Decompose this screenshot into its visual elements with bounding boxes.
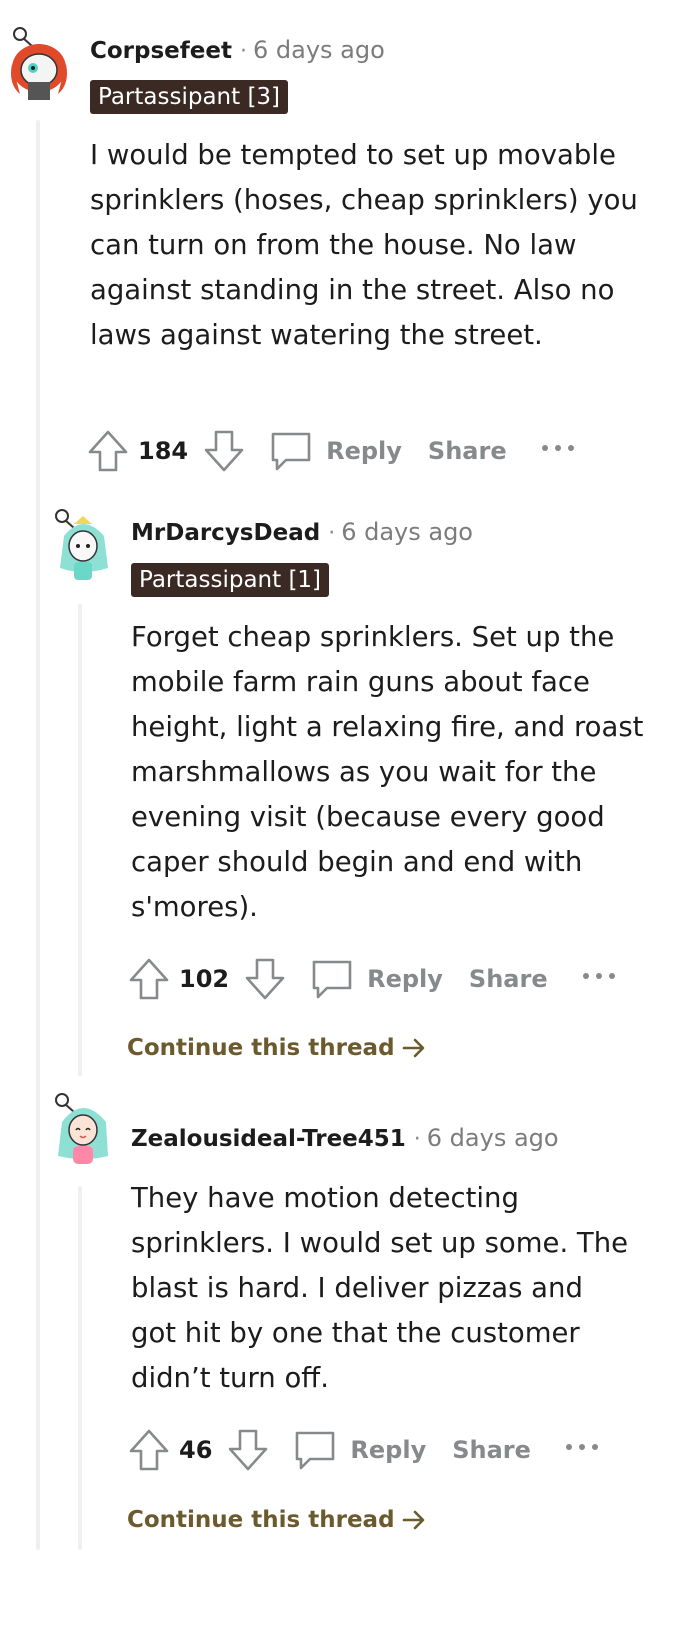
comment-actions: 184 Reply Share xyxy=(86,426,581,476)
comment-actions: 46 Reply Share xyxy=(127,1425,605,1475)
reply-button[interactable]: Reply xyxy=(309,956,443,1002)
thread-line-root[interactable] xyxy=(36,120,40,1550)
comment-header: MrDarcysDead · 6 days ago xyxy=(131,518,473,546)
comment-body: Forget cheap sprinklers. Set up the mobi… xyxy=(131,621,644,923)
upvote-icon[interactable] xyxy=(127,956,171,1002)
user-flair: Partassipant [1] xyxy=(131,563,330,597)
arrow-right-icon xyxy=(401,1507,427,1533)
user-flair: Partassipant [3] xyxy=(90,80,289,114)
comment-header: Corpsefeet · 6 days ago xyxy=(90,36,385,64)
separator-dot: · xyxy=(328,521,336,546)
share-button[interactable]: Share xyxy=(428,437,507,465)
avatar[interactable] xyxy=(50,1090,116,1168)
vote-count: 46 xyxy=(179,1436,213,1464)
timestamp[interactable]: 6 days ago xyxy=(427,1124,559,1152)
reply-button[interactable]: Reply xyxy=(292,1427,426,1473)
more-icon[interactable] xyxy=(578,956,622,1002)
comment-body: I would be tempted to set up movable spr… xyxy=(90,139,638,351)
arrow-right-icon xyxy=(401,1035,427,1061)
comment-actions: 102 Reply Share xyxy=(127,954,622,1004)
timestamp[interactable]: 6 days ago xyxy=(341,518,473,546)
separator-dot: · xyxy=(413,1127,421,1152)
upvote-icon[interactable] xyxy=(86,428,130,474)
thread-line-reply[interactable] xyxy=(78,604,82,1076)
comment-icon xyxy=(292,1427,338,1473)
vote-count: 102 xyxy=(179,965,230,993)
more-icon[interactable] xyxy=(537,428,581,474)
continue-thread-label: Continue this thread xyxy=(127,1507,395,1533)
avatar[interactable] xyxy=(50,506,116,584)
avatar-image xyxy=(11,27,67,100)
comment-body: They have motion detecting sprinklers. I… xyxy=(131,1182,629,1394)
username[interactable]: MrDarcysDead xyxy=(131,520,320,546)
username[interactable]: Corpsefeet xyxy=(90,38,232,64)
avatar-image xyxy=(55,509,108,580)
upvote-icon[interactable] xyxy=(127,1427,171,1473)
continue-thread-link[interactable]: Continue this thread xyxy=(127,1035,427,1061)
downvote-icon[interactable] xyxy=(202,428,246,474)
comment-header: Zealousideal-Tree451 · 6 days ago xyxy=(131,1124,559,1152)
separator-dot: · xyxy=(239,39,247,64)
reply-button[interactable]: Reply xyxy=(268,428,402,474)
share-button[interactable]: Share xyxy=(452,1436,531,1464)
reply-label: Reply xyxy=(326,437,402,465)
downvote-icon[interactable] xyxy=(226,1427,270,1473)
thread-line-reply-2[interactable] xyxy=(78,1186,82,1550)
more-icon[interactable] xyxy=(561,1427,605,1473)
reply-label: Reply xyxy=(350,1436,427,1464)
reply-label: Reply xyxy=(367,965,443,993)
avatar-image xyxy=(55,1093,108,1164)
share-button[interactable]: Share xyxy=(469,965,548,993)
username[interactable]: Zealousideal-Tree451 xyxy=(131,1126,406,1152)
continue-thread-label: Continue this thread xyxy=(127,1035,395,1061)
downvote-icon[interactable] xyxy=(243,956,287,1002)
comment-icon xyxy=(309,956,355,1002)
continue-thread-link[interactable]: Continue this thread xyxy=(127,1507,427,1533)
avatar[interactable] xyxy=(6,24,72,102)
vote-count: 184 xyxy=(138,437,189,465)
timestamp[interactable]: 6 days ago xyxy=(253,36,385,64)
comment-icon xyxy=(268,428,314,474)
